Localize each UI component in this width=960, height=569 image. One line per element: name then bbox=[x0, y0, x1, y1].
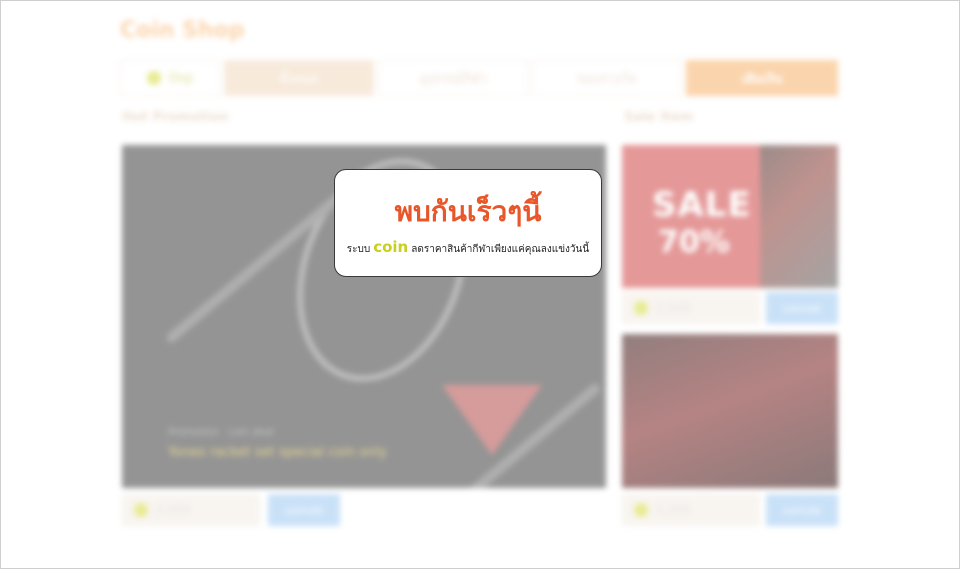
sale-item-1-actions: 1,500 แลกเลย bbox=[622, 292, 838, 324]
sale-text: SALE bbox=[652, 185, 752, 225]
coin-balance-label: 0xp bbox=[168, 70, 194, 86]
top-nav: 0xp ทั้งหมด อุปกรณ์กีฬา ของรางวัล เติมเง… bbox=[120, 60, 838, 96]
shuttlecock-image bbox=[442, 385, 542, 455]
sale-item-card-1[interactable]: SALE 70% bbox=[622, 145, 838, 288]
modal-subtitle: ระบบ coin ลดราคาสินค้ากีฬาเพียงแค่คุณลงแ… bbox=[335, 238, 601, 257]
tab-all[interactable]: ทั้งหมด bbox=[224, 60, 374, 96]
side-buy-button-1[interactable]: แลกเลย bbox=[766, 292, 838, 324]
main-coin-price: 2,000 bbox=[122, 494, 260, 526]
coin-icon bbox=[146, 71, 161, 85]
side-coin-price-1: 1,500 bbox=[622, 292, 760, 324]
side-coin-price-1-value: 1,500 bbox=[656, 301, 691, 315]
modal-sub-suffix: ลดราคาสินค้ากีฬาเพียงแค่คุณลงแข่งวันนี้ bbox=[411, 244, 590, 255]
side-coin-price-2-value: 1,200 bbox=[656, 503, 691, 517]
topup-button[interactable]: เติมเงิน bbox=[686, 60, 838, 96]
modal-title: พบกันเร็วๆนี้ bbox=[394, 195, 542, 228]
sale-poster: SALE 70% bbox=[622, 145, 760, 288]
coin-icon bbox=[634, 301, 648, 315]
tab-sport-equipment[interactable]: อุปกรณ์กีฬา bbox=[378, 60, 528, 96]
coin-icon bbox=[634, 503, 648, 517]
main-buy-button[interactable]: แลกเลย bbox=[268, 494, 340, 526]
coming-soon-modal[interactable]: พบกันเร็วๆนี้ ระบบ coin ลดราคาสินค้ากีฬา… bbox=[334, 169, 602, 277]
coin-balance: 0xp bbox=[120, 60, 220, 96]
shop-title: Coin Shop bbox=[120, 18, 245, 43]
main-banner-actions: 2,000 แลกเลย bbox=[122, 494, 340, 526]
coin-icon bbox=[134, 503, 148, 517]
side-coin-price-2: 1,200 bbox=[622, 494, 760, 526]
side-buy-button-2[interactable]: แลกเลย bbox=[766, 494, 838, 526]
sale-item-2-actions: 1,200 แลกเลย bbox=[622, 494, 838, 526]
main-coin-price-value: 2,000 bbox=[156, 503, 191, 517]
coin-logo: coin bbox=[373, 238, 409, 256]
tab-rewards[interactable]: ของรางวัล bbox=[532, 60, 682, 96]
hot-promotion-title: Hot Promotion bbox=[122, 110, 229, 125]
store-image bbox=[760, 145, 838, 288]
sale-percent: 70% bbox=[658, 225, 730, 260]
modal-sub-prefix: ระบบ bbox=[346, 244, 371, 255]
background-page: Coin Shop 0xp ทั้งหมด อุปกรณ์กีฬา ของราง… bbox=[0, 0, 960, 569]
sale-item-card-2[interactable] bbox=[622, 334, 838, 488]
sale-item-title: Sale Item bbox=[624, 110, 694, 125]
banner-caption-small: Promotion · coin deal bbox=[168, 427, 274, 438]
banner-caption: Yonex racket set special coin only bbox=[168, 445, 387, 460]
